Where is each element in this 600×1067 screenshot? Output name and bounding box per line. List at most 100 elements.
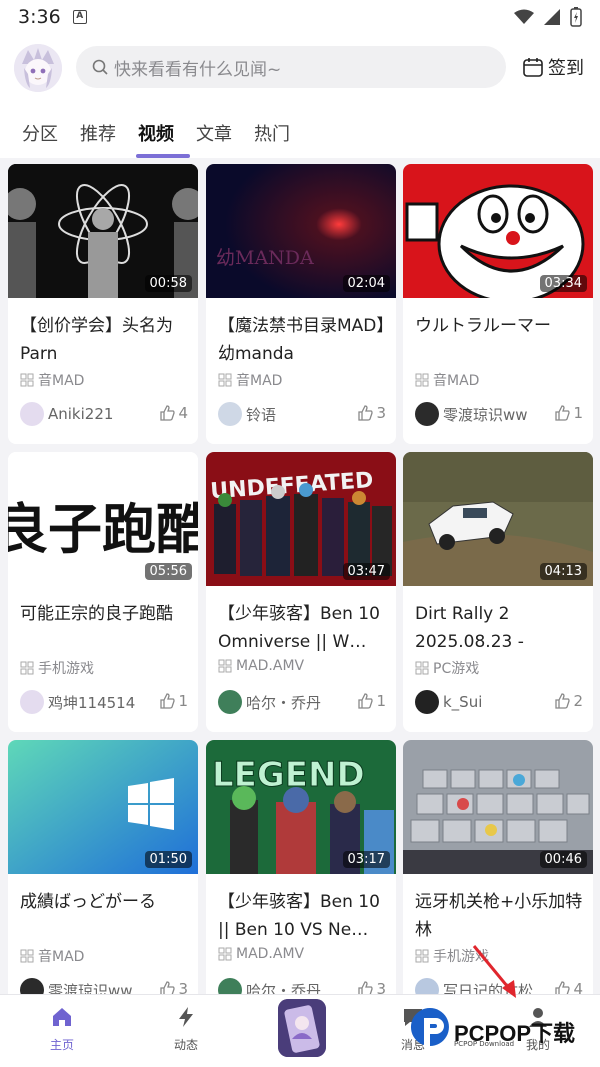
video-thumbnail: 幼MANDA 02:04 xyxy=(206,164,396,298)
like-count[interactable]: 4 xyxy=(159,404,188,422)
video-card[interactable]: UNDEFEATED 03:47 【少年骇客】Ben 10 Omniverse … xyxy=(206,452,396,732)
nav-dynamic[interactable]: 动态 xyxy=(151,1005,221,1053)
author-avatar xyxy=(218,402,242,426)
nav-home[interactable]: 主页 xyxy=(27,1005,97,1053)
video-title: 【魔法禁书目录MAD】幼manda xyxy=(218,316,385,364)
tab-label: 热门 xyxy=(254,124,290,145)
like-number: 3 xyxy=(376,404,386,422)
watermark-sub: PCPOP Download xyxy=(454,1040,515,1048)
video-author[interactable]: 鸡坤114514 xyxy=(20,690,150,714)
video-duration: 05:56 xyxy=(144,563,192,580)
pcpop-watermark: PCPOP下载 PCPOP Download xyxy=(410,1002,600,1062)
tab-label: 推荐 xyxy=(80,124,116,145)
signal-icon xyxy=(544,9,560,25)
video-author[interactable]: 铃语 xyxy=(218,402,348,426)
video-feed[interactable]: 00:58 【创价学会】头名为Parn 音MAD Aniki221 4 幼MAN… xyxy=(0,158,600,994)
video-author[interactable]: 哈尔・乔丹 xyxy=(218,978,348,994)
author-avatar xyxy=(415,978,439,994)
video-duration: 03:17 xyxy=(342,851,390,868)
video-thumbnail: 00:58 xyxy=(8,164,198,298)
video-thumbnail: 01:50 xyxy=(8,740,198,874)
category-label: 音MAD xyxy=(433,373,480,389)
video-category: 音MAD xyxy=(218,370,282,390)
home-icon xyxy=(53,1008,71,1026)
video-title: 远牙机关枪+小乐加特林 xyxy=(415,892,583,940)
video-title: 【少年骇客】Ben 10 Omniverse || W… xyxy=(218,604,380,652)
video-title: ウルトラルーマー xyxy=(415,316,551,336)
author-avatar xyxy=(415,402,439,426)
like-number: 3 xyxy=(178,980,188,994)
video-thumbnail: 04:13 xyxy=(403,452,593,586)
status-bar: 3:36 A xyxy=(0,0,600,34)
author-avatar xyxy=(20,978,44,994)
video-title: 【创价学会】头名为Parn xyxy=(20,316,173,364)
app-header: 快来看看有什么见闻~ 签到 分区 推荐 视频 文章 热门 xyxy=(0,34,600,158)
thumbnail-text: 良子跑酷 xyxy=(8,498,198,561)
like-count[interactable]: 1 xyxy=(159,692,188,710)
tab-article[interactable]: 文章 xyxy=(196,116,236,158)
author-name: 鸡坤114514 xyxy=(48,693,136,712)
thumbs-up-icon xyxy=(555,693,571,709)
thumbnail-text: 幼MANDA xyxy=(216,247,314,269)
battery-icon xyxy=(570,7,582,27)
author-name: 零渡琼识ww xyxy=(443,405,528,424)
video-author[interactable]: 哈尔・乔丹 xyxy=(218,690,348,714)
like-count[interactable]: 2 xyxy=(554,692,583,710)
search-icon xyxy=(92,59,108,75)
like-count[interactable]: 1 xyxy=(357,692,386,710)
like-count[interactable]: 1 xyxy=(554,404,583,422)
video-author[interactable]: 零渡琼识ww xyxy=(415,402,545,426)
author-avatar xyxy=(415,690,439,714)
checkin-button[interactable]: 签到 xyxy=(522,54,584,80)
video-duration: 03:34 xyxy=(539,275,587,292)
like-number: 1 xyxy=(376,692,386,710)
video-category: 手机游戏 xyxy=(20,658,94,678)
video-author[interactable]: 零渡琼识ww xyxy=(20,978,150,994)
thumbs-up-icon xyxy=(358,693,374,709)
search-input[interactable]: 快来看看有什么见闻~ xyxy=(76,46,506,88)
video-duration: 00:58 xyxy=(144,275,192,292)
grid-icon xyxy=(415,949,429,963)
category-label: 音MAD xyxy=(38,949,85,965)
video-category: MAD.AMV xyxy=(218,658,304,674)
video-card[interactable]: 良子跑酷 05:56 可能正宗的良子跑酷 手机游戏 鸡坤114514 1 xyxy=(8,452,198,732)
video-duration: 03:47 xyxy=(342,563,390,580)
author-name: k_Sui xyxy=(443,693,483,711)
video-title: 可能正宗的良子跑酷 xyxy=(20,604,173,624)
video-duration: 04:13 xyxy=(539,563,587,580)
grid-icon xyxy=(218,947,232,961)
video-title: 【少年骇客】Ben 10 || Ben 10 VS Ne… xyxy=(218,892,380,940)
center-avatar-button[interactable] xyxy=(278,999,326,1057)
tab-zone[interactable]: 分区 xyxy=(22,116,62,158)
video-category: 音MAD xyxy=(20,370,84,390)
video-title: Dirt Rally 2 2025.08.23 - 19.40.52.3… xyxy=(415,604,524,652)
like-count[interactable]: 3 xyxy=(357,404,386,422)
thumbs-up-icon xyxy=(358,981,374,994)
user-avatar[interactable] xyxy=(14,44,62,92)
video-author[interactable]: k_Sui xyxy=(415,690,545,714)
tab-video[interactable]: 视频 xyxy=(136,116,190,158)
author-avatar xyxy=(218,690,242,714)
video-thumbnail: LEGEND 03:17 xyxy=(206,740,396,874)
author-avatar xyxy=(20,402,44,426)
like-count[interactable]: 3 xyxy=(357,980,386,994)
video-thumbnail: 03:34 xyxy=(403,164,593,298)
video-card[interactable]: 00:58 【创价学会】头名为Parn 音MAD Aniki221 4 xyxy=(8,164,198,444)
video-author[interactable]: Aniki221 xyxy=(20,402,150,426)
grid-icon xyxy=(20,661,34,675)
lightning-icon xyxy=(179,1007,193,1027)
category-label: 音MAD xyxy=(38,373,85,389)
video-card[interactable]: 幼MANDA 02:04 【魔法禁书目录MAD】幼manda 音MAD 铃语 3 xyxy=(206,164,396,444)
like-count[interactable]: 3 xyxy=(159,980,188,994)
tab-label: 分区 xyxy=(22,124,58,145)
like-count[interactable]: 4 xyxy=(554,980,583,994)
video-duration: 00:46 xyxy=(539,851,587,868)
video-card[interactable]: 03:34 ウルトラルーマー 音MAD 零渡琼识ww 1 xyxy=(403,164,593,444)
video-card[interactable]: 04:13 Dirt Rally 2 2025.08.23 - 19.40.52… xyxy=(403,452,593,732)
checkin-label: 签到 xyxy=(548,58,584,79)
tab-recommend[interactable]: 推荐 xyxy=(80,116,120,158)
video-card[interactable]: LEGEND 03:17 【少年骇客】Ben 10 || Ben 10 VS N… xyxy=(206,740,396,994)
video-title: 成績ばっどがーる xyxy=(20,892,156,912)
video-card[interactable]: 01:50 成績ばっどがーる 音MAD 零渡琼识ww 3 xyxy=(8,740,198,994)
tab-hot[interactable]: 热门 xyxy=(254,116,294,158)
